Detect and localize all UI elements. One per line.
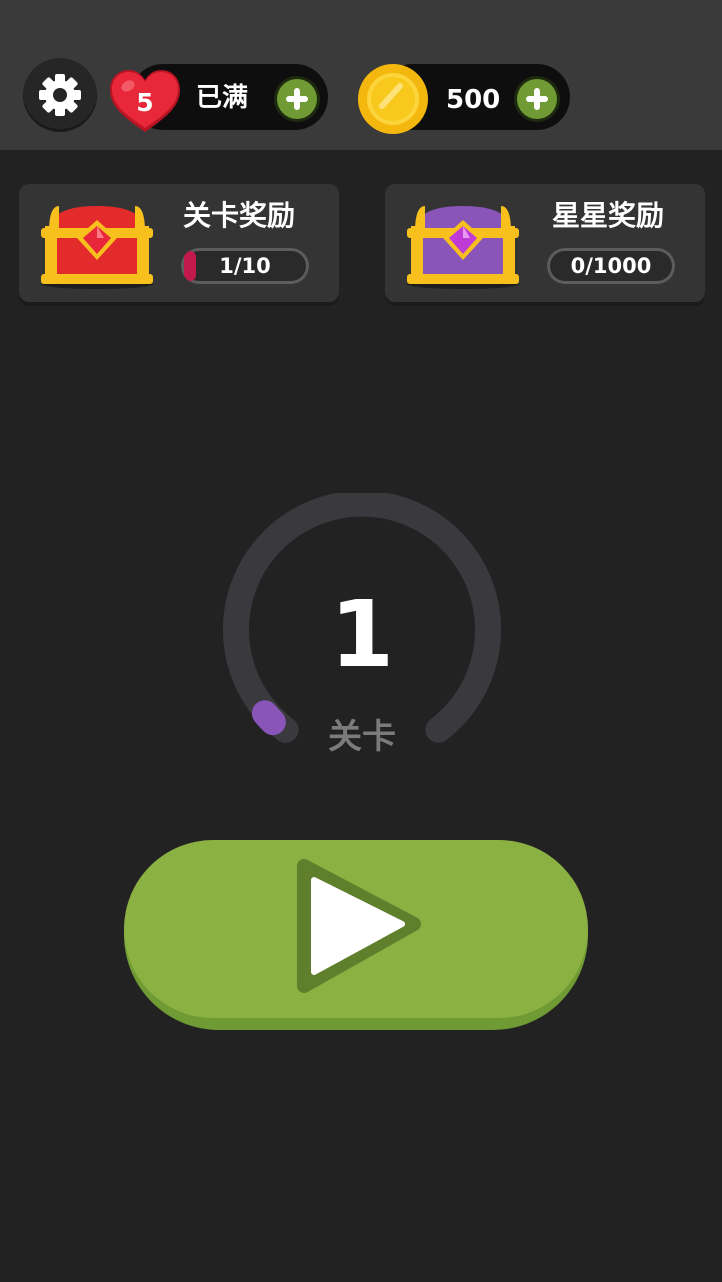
star-reward-title: 星星奖励	[552, 199, 665, 232]
level-reward-card[interactable]: 关卡奖励 1/10	[19, 184, 339, 302]
red-treasure-chest-icon	[41, 206, 153, 289]
play-icon	[297, 859, 421, 993]
play-button-face	[124, 840, 588, 1018]
add-coins-button[interactable]	[517, 79, 557, 119]
lives-count: 5	[136, 87, 154, 117]
play-button[interactable]	[124, 840, 588, 1030]
current-level-number: 1	[329, 581, 394, 688]
coins-amount: 500	[446, 85, 501, 115]
purple-treasure-chest-icon	[407, 206, 519, 289]
lives-status: 已满	[196, 83, 249, 113]
lives-counter: 5	[106, 66, 184, 136]
add-lives-button[interactable]	[277, 79, 317, 119]
star-reward-progress-text: 0/1000	[570, 254, 652, 278]
settings-button[interactable]	[23, 58, 97, 132]
gear-icon	[39, 74, 81, 116]
level-label: 关卡	[328, 717, 396, 757]
coin-icon	[356, 62, 430, 136]
level-reward-title: 关卡奖励	[183, 199, 296, 232]
level-reward-progress: 1/10	[181, 248, 309, 284]
star-reward-progress: 0/1000	[547, 248, 675, 284]
star-reward-card[interactable]: 星星奖励 0/1000	[385, 184, 705, 302]
level-reward-progress-text: 1/10	[219, 254, 271, 278]
